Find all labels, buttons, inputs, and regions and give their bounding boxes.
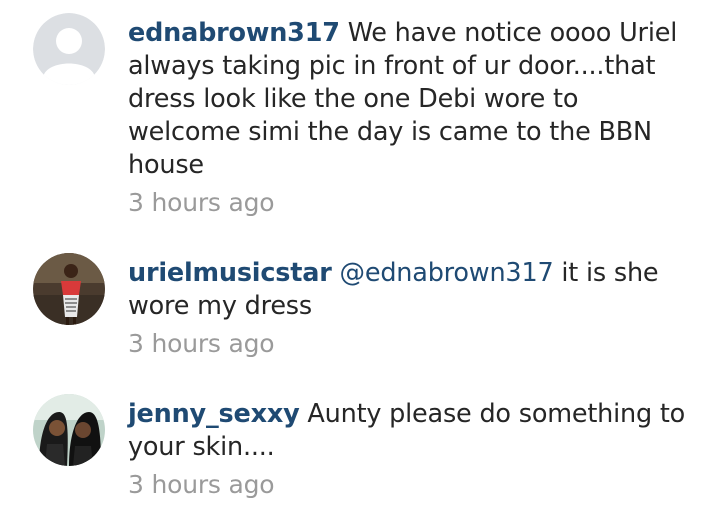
user-photo: [33, 253, 105, 325]
comment-body: jenny_sexxy Aunty please do something to…: [128, 398, 688, 501]
avatar[interactable]: [33, 253, 105, 325]
comment-timestamp: 3 hours ago: [128, 188, 275, 217]
comment-timestamp: 3 hours ago: [128, 329, 275, 358]
user-photo: [33, 394, 105, 466]
comment-text-block: urielmusicstar @ednabrown317 it is she w…: [128, 257, 688, 323]
comment-timestamp: 3 hours ago: [128, 470, 275, 499]
comment-text-block: ednabrown317 We have notice oooo Uriel a…: [128, 17, 688, 182]
username-link[interactable]: urielmusicstar: [128, 258, 332, 288]
comment-body: ednabrown317 We have notice oooo Uriel a…: [128, 17, 688, 219]
username-link[interactable]: jenny_sexxy: [128, 399, 300, 429]
username-link[interactable]: ednabrown317: [128, 18, 340, 48]
comment-text-block: jenny_sexxy Aunty please do something to…: [128, 398, 688, 464]
comment-list: ednabrown317 We have notice oooo Uriel a…: [0, 0, 720, 513]
avatar[interactable]: [33, 13, 105, 85]
default-avatar-icon: [33, 13, 105, 85]
mention-link[interactable]: @ednabrown317: [340, 258, 554, 288]
avatar[interactable]: [33, 394, 105, 466]
comment-body: urielmusicstar @ednabrown317 it is she w…: [128, 257, 688, 360]
